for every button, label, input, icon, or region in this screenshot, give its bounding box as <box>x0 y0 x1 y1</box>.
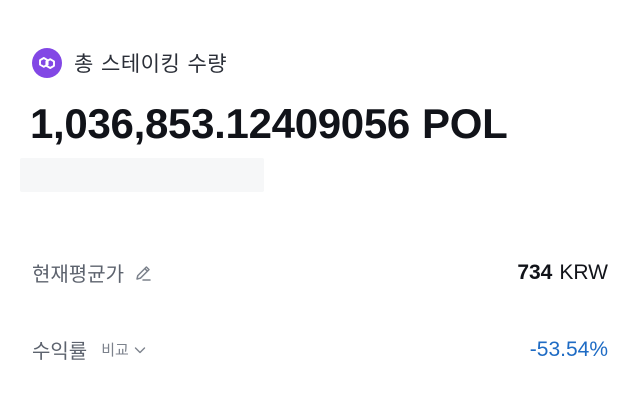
staking-label: 총 스테이킹 수량 <box>74 52 228 76</box>
compare-dropdown[interactable]: 비교 <box>101 339 147 360</box>
compare-label: 비교 <box>101 341 129 359</box>
avg-price-number: 734 <box>517 260 553 284</box>
pencil-edit-icon[interactable] <box>132 262 154 284</box>
yield-row: 수익률 비교 -53.54% <box>32 335 608 364</box>
yield-label: 수익률 <box>32 339 88 363</box>
avg-price-label: 현재평균가 <box>32 262 124 286</box>
staking-amount: 1,036,853.12409056 POL <box>30 100 508 148</box>
staking-amount-unit: POL <box>421 100 508 147</box>
avg-price-unit: KRW <box>559 260 608 284</box>
staking-amount-value: 1,036,853.12409056 <box>30 100 410 147</box>
avg-price-row: 현재평균가 734 KRW <box>32 258 608 287</box>
blurred-secondary-value <box>20 158 264 192</box>
staking-header: 총 스테이킹 수량 <box>32 48 227 78</box>
yield-value: -53.54% <box>529 337 608 361</box>
avg-price-value: 734 KRW <box>517 261 608 285</box>
chevron-down-icon <box>134 346 146 353</box>
polygon-icon <box>32 48 62 78</box>
